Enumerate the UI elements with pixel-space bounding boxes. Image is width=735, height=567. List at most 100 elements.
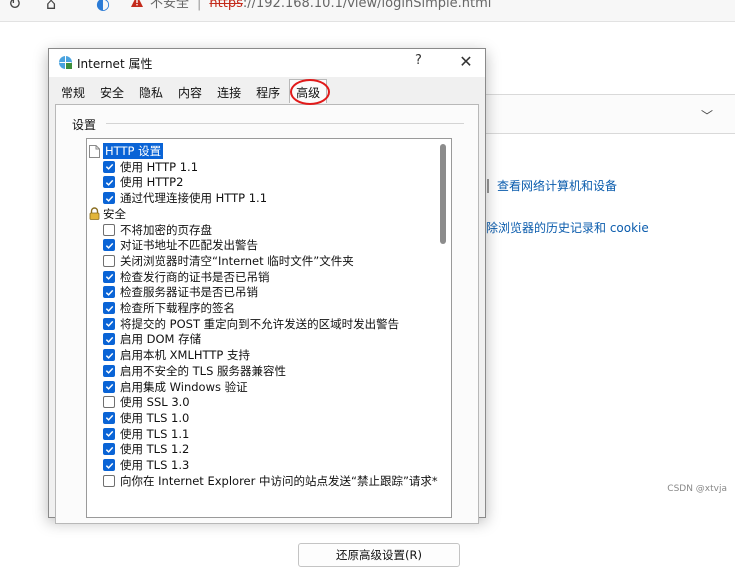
browser-logo-icon: ◐ (96, 0, 110, 13)
setting-row[interactable]: 检查服务器证书是否已吊销 (103, 284, 258, 300)
checkbox-checked[interactable] (103, 239, 115, 251)
setting-row[interactable]: 使用 SSL 3.0 (103, 394, 190, 410)
checkbox-checked[interactable] (103, 412, 115, 424)
home-icon[interactable]: ⌂ (46, 0, 56, 13)
checkbox-unchecked[interactable] (103, 255, 115, 267)
collapsible-section[interactable]: ﹀ (486, 94, 735, 134)
tab-5[interactable]: 程序 (250, 81, 286, 103)
setting-row[interactable]: 检查所下载程序的签名 (103, 300, 235, 316)
checkbox-checked[interactable] (103, 318, 115, 330)
setting-label: 对证书地址不匹配发出警告 (120, 237, 258, 253)
category-label: HTTP 设置 (103, 143, 163, 159)
setting-row[interactable]: 使用 TLS 1.2 (103, 441, 189, 457)
setting-label: 检查所下载程序的签名 (120, 300, 235, 316)
setting-row[interactable]: 不将加密的页存盘 (103, 222, 212, 238)
link-network-devices[interactable]: 查看网络计算机和设备 (497, 177, 617, 194)
tab-0[interactable]: 常规 (55, 81, 91, 103)
checkbox-checked[interactable] (103, 176, 115, 188)
setting-label: 启用不安全的 TLS 服务器兼容性 (120, 363, 286, 379)
setting-label: 使用 HTTP 1.1 (120, 159, 198, 175)
group-label: 设置 (72, 116, 96, 133)
tab-panel-advanced: 设置 HTTP 设置使用 HTTP 1.1使用 HTTP2通过代理连接使用 HT… (55, 104, 479, 524)
checkbox-checked[interactable] (103, 365, 115, 377)
setting-row[interactable]: 使用 TLS 1.0 (103, 410, 189, 426)
checkbox-checked[interactable] (103, 443, 115, 455)
setting-row[interactable]: 对证书地址不匹配发出警告 (103, 237, 258, 253)
setting-label: 使用 TLS 1.2 (120, 441, 189, 457)
checkbox-checked[interactable] (103, 333, 115, 345)
checkbox-checked[interactable] (103, 302, 115, 314)
setting-label: 使用 SSL 3.0 (120, 394, 190, 410)
checkbox-checked[interactable] (103, 428, 115, 440)
category-label: 安全 (103, 206, 126, 222)
checkbox-checked[interactable] (103, 161, 115, 173)
checkbox-checked[interactable] (103, 286, 115, 298)
checkbox-unchecked[interactable] (103, 475, 115, 487)
setting-label: 通过代理连接使用 HTTP 1.1 (120, 190, 267, 206)
setting-row[interactable]: 将提交的 POST 重定向到不允许发送的区域时发出警告 (103, 316, 399, 332)
restore-advanced-button[interactable]: 还原高级设置(R) (298, 543, 460, 567)
warning-icon (130, 0, 144, 8)
setting-label: 检查发行商的证书是否已吊销 (120, 269, 270, 285)
setting-label: 启用集成 Windows 验证 (120, 379, 248, 395)
link-clear-history[interactable]: 除浏览器的历史记录和 cookie (486, 219, 649, 236)
address-bar[interactable]: 不安全|https://192.168.10.1/view/loginSimpl… (150, 0, 491, 11)
setting-row[interactable]: 使用 HTTP 1.1 (103, 159, 198, 175)
dialog-title: Internet 属性 (77, 55, 152, 72)
tab-3[interactable]: 内容 (172, 81, 208, 103)
checkbox-checked[interactable] (103, 349, 115, 361)
setting-label: 使用 TLS 1.1 (120, 426, 189, 442)
internet-options-icon (58, 55, 73, 70)
setting-row[interactable]: 使用 TLS 1.1 (103, 426, 189, 442)
address-warning: 不安全 (150, 0, 189, 11)
close-button[interactable]: ✕ (453, 51, 479, 73)
browser-toolbar: ↻ ⌂ ◐ 不安全|https://192.168.10.1/view/logi… (0, 0, 735, 22)
list-marker (487, 179, 489, 193)
help-button[interactable]: ? (415, 53, 422, 68)
setting-row[interactable]: 启用集成 Windows 验证 (103, 379, 248, 395)
setting-label: 使用 TLS 1.0 (120, 410, 189, 426)
setting-label: 关闭浏览器时清空“Internet 临时文件”文件夹 (120, 253, 354, 269)
checkbox-unchecked[interactable] (103, 224, 115, 236)
tab-2[interactable]: 隐私 (133, 81, 169, 103)
watermark: CSDN @xtvja (667, 484, 727, 494)
setting-row[interactable]: 关闭浏览器时清空“Internet 临时文件”文件夹 (103, 253, 354, 269)
setting-row[interactable]: 使用 TLS 1.3 (103, 457, 189, 473)
setting-label: 向你在 Internet Explorer 中访问的站点发送“禁止跟踪”请求* (120, 473, 438, 489)
setting-row[interactable]: 启用 DOM 存储 (103, 331, 201, 347)
setting-row[interactable]: 检查发行商的证书是否已吊销 (103, 269, 270, 285)
checkbox-unchecked[interactable] (103, 396, 115, 408)
setting-row[interactable]: 使用 HTTP2 (103, 174, 183, 190)
address-url: ://192.168.10.1/view/loginSimple.html (243, 0, 491, 11)
tab-4[interactable]: 连接 (211, 81, 247, 103)
address-scheme: https (209, 0, 242, 11)
setting-row[interactable]: 通过代理连接使用 HTTP 1.1 (103, 190, 267, 206)
setting-row[interactable]: 启用本机 XMLHTTP 支持 (103, 347, 250, 363)
category-row[interactable]: 安全 (89, 206, 126, 222)
setting-row[interactable]: 向你在 Internet Explorer 中访问的站点发送“禁止跟踪”请求* (103, 473, 438, 489)
dialog-titlebar[interactable]: Internet 属性 ? ✕ (49, 49, 485, 77)
checkbox-checked[interactable] (103, 271, 115, 283)
setting-label: 启用 DOM 存储 (120, 331, 201, 347)
tab-1[interactable]: 安全 (94, 81, 130, 103)
setting-label: 检查服务器证书是否已吊销 (120, 284, 258, 300)
checkbox-checked[interactable] (103, 459, 115, 471)
checkbox-checked[interactable] (103, 381, 115, 393)
chevron-down-icon[interactable]: ﹀ (701, 107, 713, 124)
internet-properties-dialog: Internet 属性 ? ✕ 常规安全隐私内容连接程序高级 设置 HTTP 设… (48, 48, 486, 518)
setting-label: 启用本机 XMLHTTP 支持 (120, 347, 250, 363)
lock-icon (89, 207, 103, 220)
scrollbar-thumb[interactable] (440, 144, 446, 244)
settings-tree[interactable]: HTTP 设置使用 HTTP 1.1使用 HTTP2通过代理连接使用 HTTP … (86, 138, 452, 518)
setting-label: 使用 TLS 1.3 (120, 457, 189, 473)
setting-label: 将提交的 POST 重定向到不允许发送的区域时发出警告 (120, 316, 399, 332)
refresh-icon[interactable]: ↻ (8, 0, 21, 13)
category-row[interactable]: HTTP 设置 (89, 143, 163, 159)
setting-label: 不将加密的页存盘 (120, 222, 212, 238)
tab-strip: 常规安全隐私内容连接程序高级 (55, 81, 330, 103)
checkbox-checked[interactable] (103, 192, 115, 204)
setting-label: 使用 HTTP2 (120, 174, 183, 190)
page-icon (89, 145, 103, 158)
tab-6[interactable]: 高级 (289, 79, 327, 103)
setting-row[interactable]: 启用不安全的 TLS 服务器兼容性 (103, 363, 286, 379)
